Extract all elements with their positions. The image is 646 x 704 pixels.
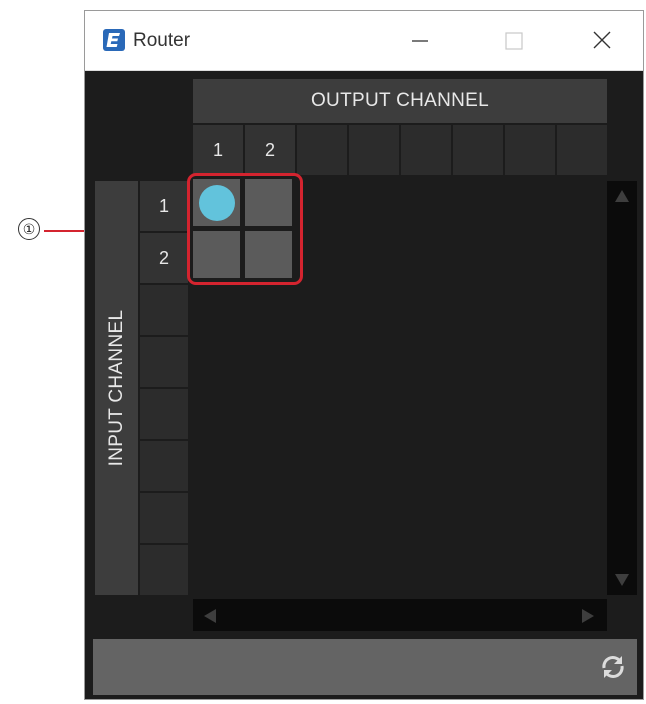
close-button[interactable] [587, 27, 617, 55]
input-channel-1[interactable]: 1 [140, 181, 188, 231]
refresh-icon [602, 656, 624, 678]
scroll-right-arrow-icon[interactable] [581, 608, 595, 624]
close-icon [593, 31, 611, 49]
output-channel-empty [557, 125, 607, 175]
vertical-scrollbar[interactable] [607, 181, 637, 595]
scroll-left-arrow-icon[interactable] [203, 608, 217, 624]
output-channel-empty [297, 125, 347, 175]
refresh-button[interactable] [595, 649, 631, 685]
output-channel-empty [453, 125, 503, 175]
input-channel-empty [140, 389, 188, 439]
title-bar: Router [85, 11, 643, 71]
input-channel-empty [140, 545, 188, 595]
minimize-icon [412, 40, 428, 42]
input-channel-header-label: INPUT CHANNEL [105, 309, 127, 467]
input-channel-empty [140, 285, 188, 335]
scroll-up-arrow-icon[interactable] [614, 189, 630, 203]
output-channel-empty [349, 125, 399, 175]
crosspoint-highlight-frame [187, 173, 303, 285]
horizontal-scrollbar[interactable] [193, 599, 607, 631]
window-title: Router [133, 30, 191, 51]
router-window: Router OUTPUT CHANNEL 1 2 INPUT CHANNEL … [84, 10, 644, 700]
input-channel-2[interactable]: 2 [140, 233, 188, 283]
maximize-button[interactable] [498, 27, 528, 55]
output-channel-2[interactable]: 2 [245, 125, 295, 175]
input-channel-empty [140, 441, 188, 491]
input-channel-empty [140, 337, 188, 387]
minimize-button[interactable] [405, 27, 435, 55]
output-channel-empty [505, 125, 555, 175]
input-channel-header: INPUT CHANNEL [95, 181, 138, 595]
input-channel-empty [140, 493, 188, 543]
app-logo-icon [103, 29, 125, 51]
footer-bar [93, 639, 637, 695]
output-channel-header: OUTPUT CHANNEL [193, 79, 607, 123]
callout-number: ① [18, 218, 40, 240]
scroll-down-arrow-icon[interactable] [614, 573, 630, 587]
output-channel-empty [401, 125, 451, 175]
output-channel-1[interactable]: 1 [193, 125, 243, 175]
maximize-icon [505, 32, 523, 50]
